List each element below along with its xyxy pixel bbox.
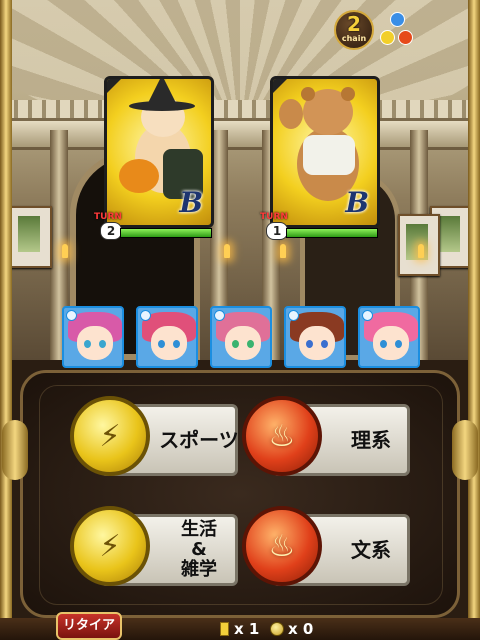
member-portrait bbox=[284, 306, 346, 368]
ticket-icon bbox=[220, 622, 229, 636]
water-attribute-icon bbox=[66, 310, 77, 321]
balcony-railing bbox=[0, 100, 480, 118]
enemy-rank: B bbox=[345, 186, 369, 219]
chain-counter: 2 chain bbox=[334, 10, 374, 50]
retire-button[interactable]: リタイア bbox=[56, 612, 122, 640]
member-eye bbox=[232, 340, 239, 348]
pumpkin-lantern bbox=[119, 159, 159, 193]
member-face bbox=[151, 326, 187, 360]
water-attribute-icon bbox=[140, 310, 151, 321]
red-orb-icon: ♨ bbox=[242, 506, 322, 586]
red-gem-icon bbox=[398, 30, 413, 45]
yellow-orb-icon: ⚡ bbox=[70, 506, 150, 586]
enemy-hp-fill bbox=[287, 229, 377, 237]
turn-label: TURN bbox=[94, 212, 122, 222]
attribute-corner bbox=[107, 79, 121, 93]
torch-icon bbox=[418, 244, 424, 258]
answer-button-1[interactable]: スポーツ ⚡ bbox=[70, 392, 239, 488]
attribute-gems-icon bbox=[378, 12, 416, 50]
torch-icon bbox=[280, 244, 286, 258]
answer-label: 生活 & 雑学 bbox=[181, 519, 217, 580]
bear-ear bbox=[301, 87, 315, 101]
turn-count: 1 bbox=[266, 222, 288, 240]
member-eye bbox=[158, 340, 165, 348]
member-eye bbox=[84, 340, 91, 348]
coin-count: x 0 bbox=[288, 620, 314, 638]
answer-label: スポーツ bbox=[159, 428, 239, 452]
member-eye bbox=[306, 340, 313, 348]
enemy-hp-fill bbox=[121, 229, 211, 237]
gold-frame-left bbox=[0, 0, 12, 640]
enemy-rank: B bbox=[179, 186, 203, 219]
balcony bbox=[0, 118, 480, 150]
enemy-card-2[interactable]: B TURN 1 bbox=[260, 76, 380, 240]
frame-ornament bbox=[452, 420, 478, 480]
lightning-icon: ⚡ bbox=[99, 418, 121, 454]
hat-brim bbox=[129, 101, 195, 111]
flame-icon: ♨ bbox=[268, 418, 296, 454]
member-portrait bbox=[62, 306, 124, 368]
water-attribute-icon bbox=[362, 310, 373, 321]
member-portrait bbox=[358, 306, 420, 368]
gold-frame-right bbox=[468, 0, 480, 640]
answer-button-3[interactable]: 生活 & 雑学 ⚡ bbox=[70, 502, 238, 598]
member-face bbox=[373, 326, 409, 360]
turn-count: 2 bbox=[100, 222, 122, 240]
coin-icon bbox=[270, 622, 284, 636]
member-eye bbox=[173, 340, 180, 348]
answer-label: 文系 bbox=[351, 538, 391, 562]
enemy-portrait: B bbox=[270, 76, 380, 228]
member-eye bbox=[380, 340, 387, 348]
answer-button-4[interactable]: 文系 ♨ bbox=[242, 502, 410, 598]
attribute-corner bbox=[273, 79, 287, 93]
answer-label: 理系 bbox=[351, 428, 391, 452]
member-eye bbox=[99, 340, 106, 348]
yellow-gem-icon bbox=[380, 30, 395, 45]
bear-coat bbox=[303, 135, 355, 175]
enemy-hp-bar bbox=[286, 228, 378, 238]
frame-ornament bbox=[2, 420, 28, 480]
bear-ear bbox=[341, 87, 355, 101]
member-face bbox=[299, 326, 335, 360]
red-orb-icon: ♨ bbox=[242, 396, 322, 476]
member-face bbox=[77, 326, 113, 360]
torch-icon bbox=[62, 244, 68, 258]
water-attribute-icon bbox=[288, 310, 299, 321]
flame-icon: ♨ bbox=[268, 528, 296, 564]
wall-banner bbox=[10, 206, 52, 268]
turn-label: TURN bbox=[260, 212, 288, 222]
chain-count: 2 bbox=[347, 12, 361, 36]
torch-icon bbox=[224, 244, 230, 258]
enemy-card-1[interactable]: B TURN 2 bbox=[94, 76, 214, 240]
member-portrait bbox=[136, 306, 198, 368]
member-eye bbox=[395, 340, 402, 348]
chain-label: chain bbox=[341, 34, 367, 43]
member-eye bbox=[247, 340, 254, 348]
enemy-portrait: B bbox=[104, 76, 214, 228]
bear-paw bbox=[279, 99, 303, 129]
answer-button-2[interactable]: 理系 ♨ bbox=[242, 392, 410, 488]
member-eye bbox=[321, 340, 328, 348]
blue-gem-icon bbox=[390, 12, 405, 27]
enemy-hp-bar bbox=[120, 228, 212, 238]
yellow-orb-icon: ⚡ bbox=[70, 396, 150, 476]
ticket-count: x 1 bbox=[234, 620, 260, 638]
lightning-icon: ⚡ bbox=[99, 528, 121, 564]
water-attribute-icon bbox=[214, 310, 225, 321]
member-portrait bbox=[210, 306, 272, 368]
member-face bbox=[225, 326, 261, 360]
